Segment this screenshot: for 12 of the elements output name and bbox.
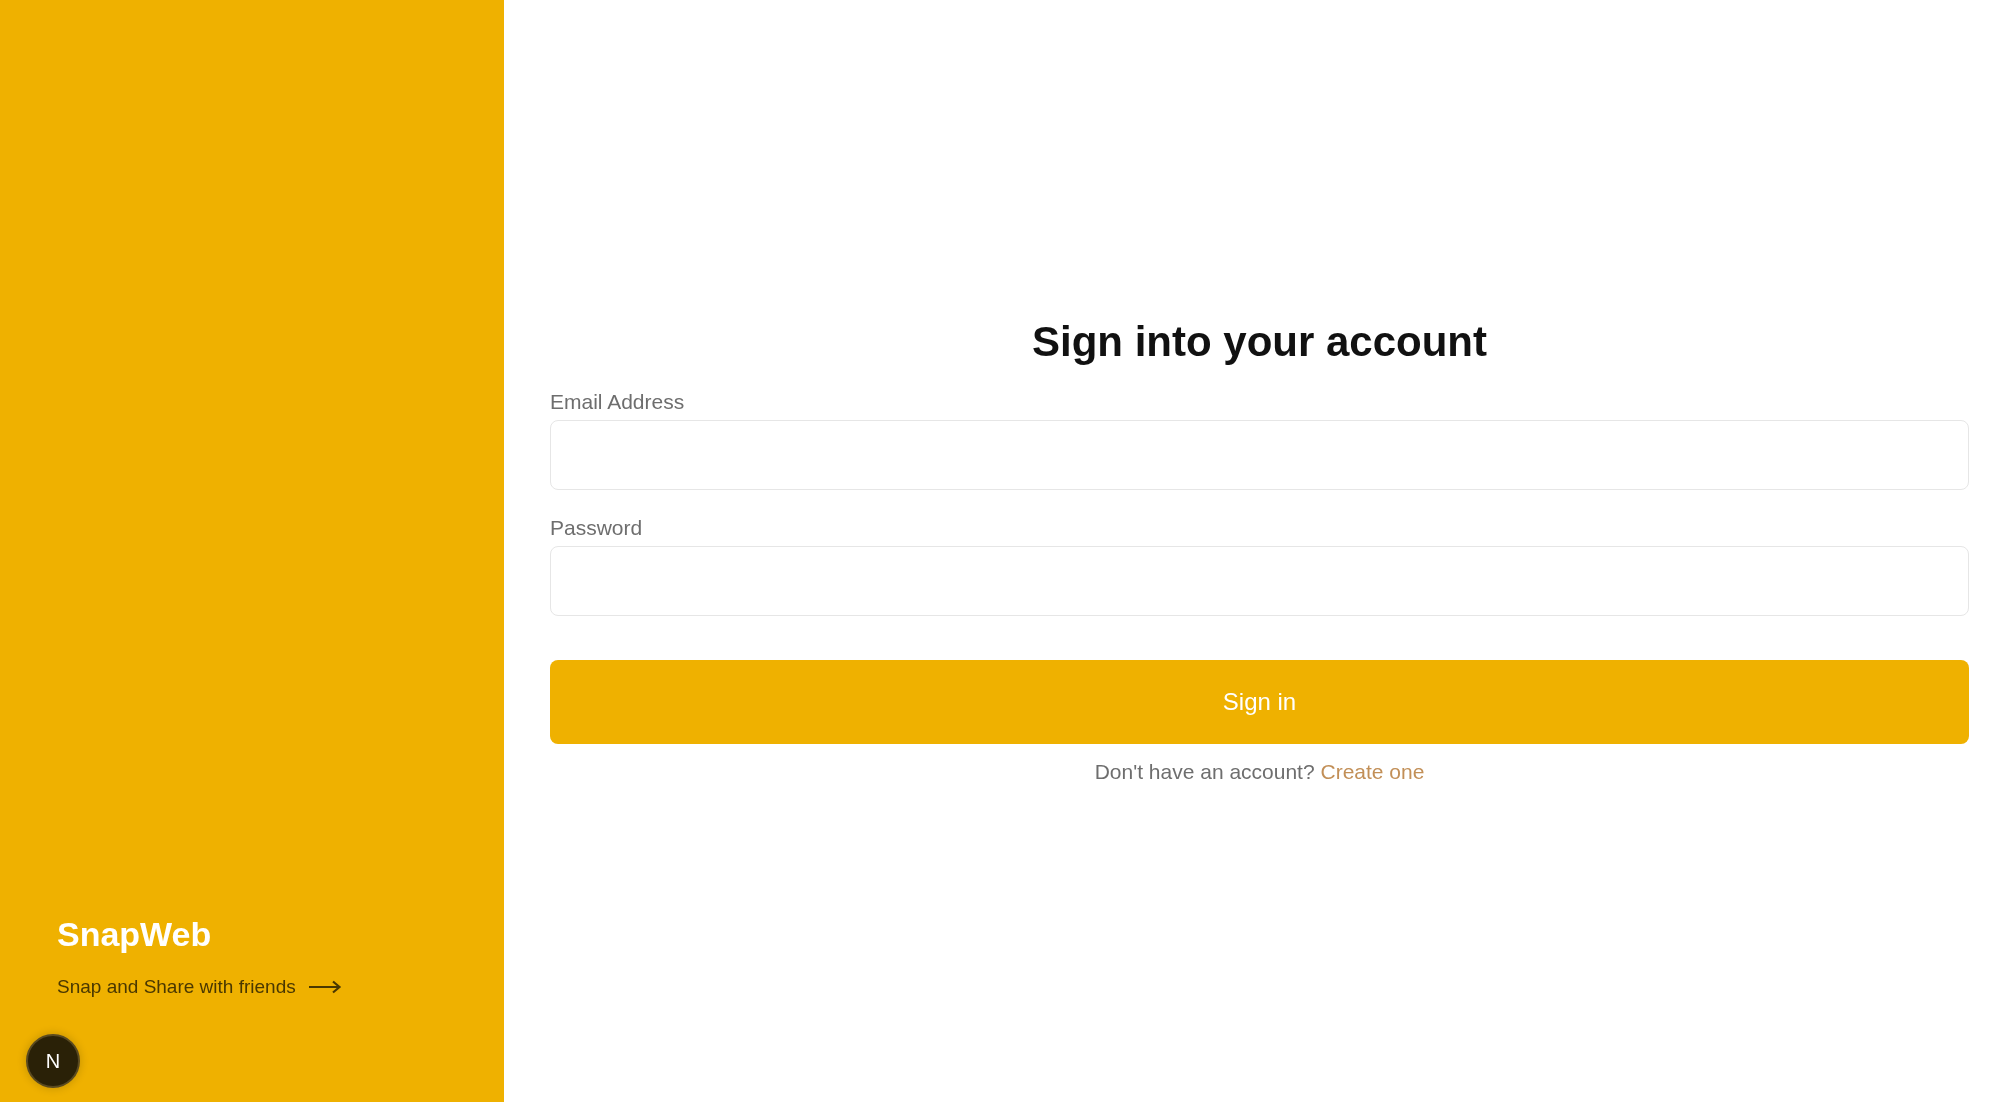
footer-text: Don't have an account? <box>1094 760 1315 783</box>
arrow-icon <box>307 980 342 994</box>
field-label: Password <box>550 516 644 540</box>
create-account-link[interactable]: Create one <box>1320 760 1425 783</box>
form-title: Sign into your account <box>1031 318 1488 366</box>
email-field[interactable] <box>550 420 1969 490</box>
brand-name: SnapWeb <box>57 915 213 954</box>
field-label: Email Address <box>550 390 686 414</box>
brand-tagline: Snap and Share with friends <box>57 976 296 998</box>
dev-badge[interactable]: N <box>26 1034 80 1088</box>
password-field[interactable] <box>550 546 1969 616</box>
sign-in-button[interactable]: Sign in <box>550 660 1969 744</box>
